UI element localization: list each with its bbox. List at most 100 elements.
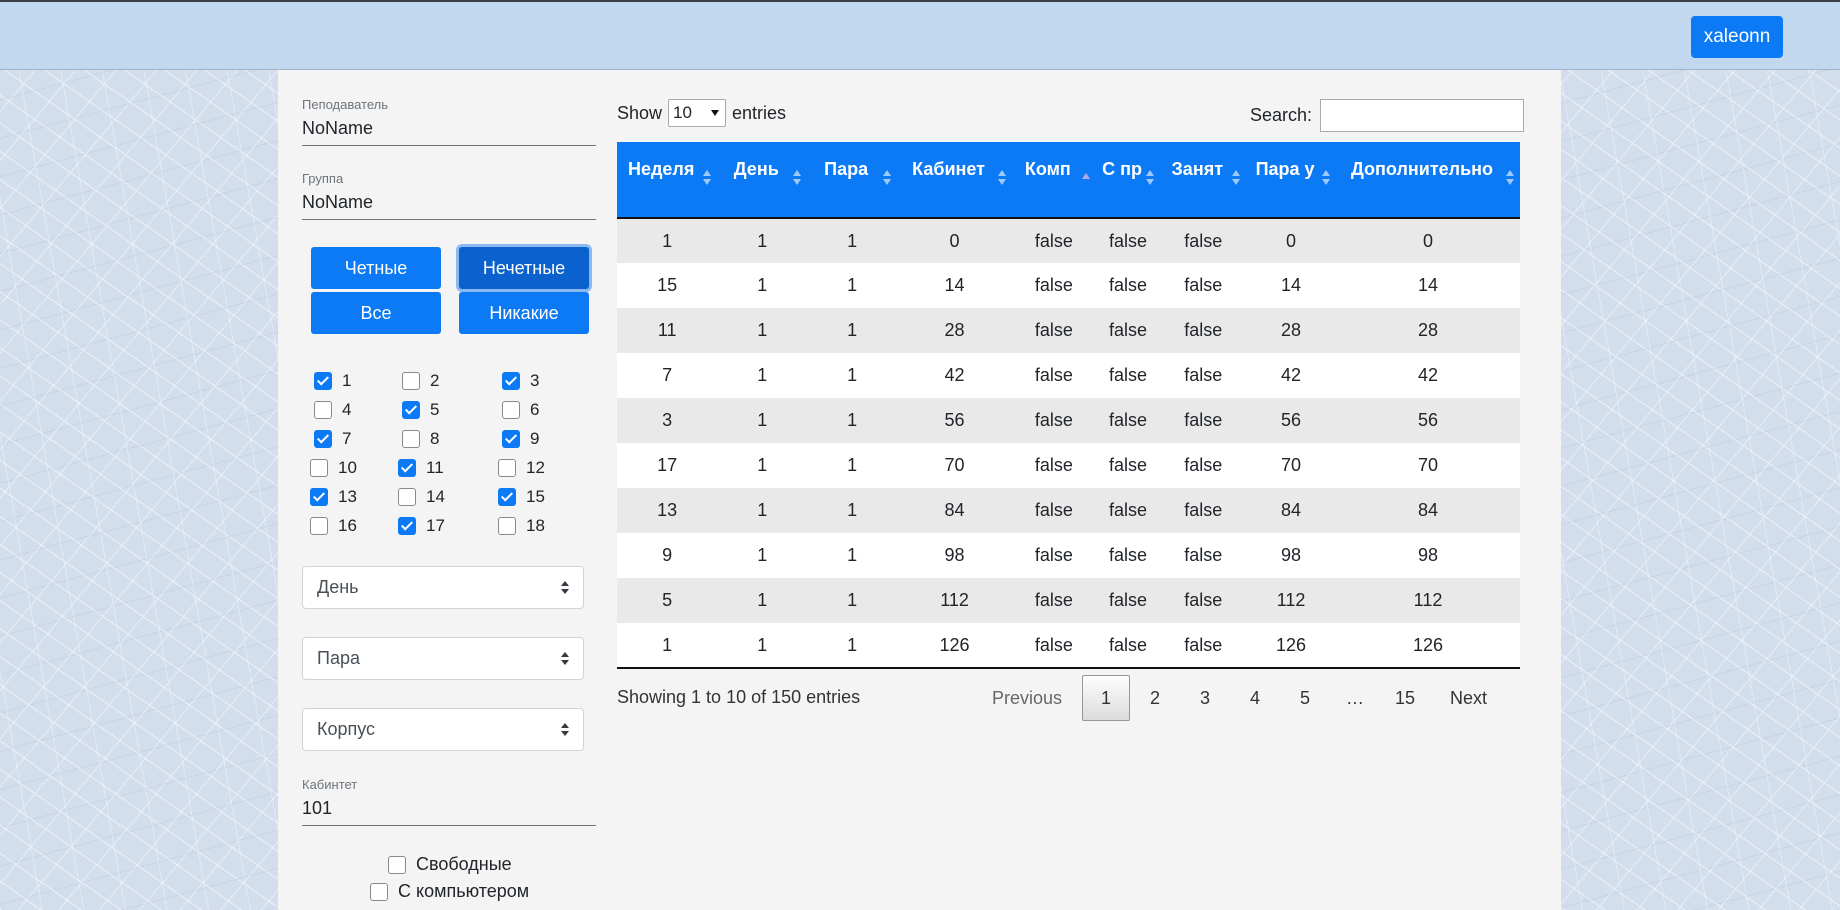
checkbox-box[interactable] bbox=[502, 429, 520, 448]
week-checkbox-13[interactable]: 13 bbox=[310, 482, 357, 511]
column-header-8[interactable]: Пара у bbox=[1246, 142, 1336, 219]
even-weeks-button[interactable]: Четные bbox=[311, 247, 441, 289]
checkbox-box[interactable] bbox=[502, 371, 520, 390]
table-row[interactable]: 1 1 1 0 false false false 0 0 bbox=[617, 218, 1520, 263]
checkbox-box[interactable] bbox=[402, 371, 420, 390]
table-cell: 1 bbox=[717, 443, 808, 488]
checkbox-box[interactable] bbox=[314, 429, 332, 448]
table-cell: false bbox=[1160, 578, 1247, 623]
column-header-3[interactable]: Пара bbox=[807, 142, 898, 219]
column-header-2[interactable]: День bbox=[717, 142, 808, 219]
checkbox-box[interactable] bbox=[498, 458, 516, 477]
column-header-4[interactable]: Кабинет bbox=[897, 142, 1013, 219]
week-checkbox-8[interactable]: 8 bbox=[402, 424, 439, 453]
table-row[interactable]: 9 1 1 98 false false false 98 98 bbox=[617, 533, 1520, 578]
week-number-label: 11 bbox=[426, 457, 444, 477]
checkbox-box[interactable] bbox=[310, 458, 328, 477]
week-checkbox-11[interactable]: 11 bbox=[398, 453, 444, 482]
user-menu-button[interactable]: xaleonn bbox=[1691, 16, 1783, 58]
building-select[interactable]: Корпус bbox=[302, 708, 584, 751]
checkbox-box[interactable] bbox=[402, 429, 420, 448]
table-row[interactable]: 17 1 1 70 false false false 70 70 bbox=[617, 443, 1520, 488]
week-checkbox-12[interactable]: 12 bbox=[498, 453, 545, 482]
checkbox-box[interactable] bbox=[402, 400, 420, 419]
table-cell: false bbox=[1012, 308, 1096, 353]
column-header-7[interactable]: Занят bbox=[1160, 142, 1247, 219]
week-checkbox-1[interactable]: 1 bbox=[314, 366, 351, 395]
table-cell: false bbox=[1012, 353, 1096, 398]
week-checkbox-6[interactable]: 6 bbox=[502, 395, 539, 424]
table-row[interactable]: 15 1 1 14 false false false 14 14 bbox=[617, 263, 1520, 308]
column-header-6[interactable]: С пр bbox=[1095, 142, 1161, 219]
free-checkbox-box[interactable] bbox=[388, 855, 406, 874]
table-cell: 70 bbox=[1336, 443, 1520, 488]
computer-checkbox[interactable]: С компьютером bbox=[370, 881, 529, 902]
page-button-2[interactable]: 2 bbox=[1130, 675, 1180, 721]
table-row[interactable]: 7 1 1 42 false false false 42 42 bbox=[617, 353, 1520, 398]
pair-select[interactable]: Пара bbox=[302, 637, 584, 680]
checkbox-box[interactable] bbox=[310, 516, 328, 535]
checkbox-box[interactable] bbox=[314, 371, 332, 390]
table-cell: 84 bbox=[1246, 488, 1336, 533]
previous-page-button[interactable]: Previous bbox=[978, 675, 1082, 721]
checkbox-box[interactable] bbox=[502, 400, 520, 419]
table-cell: false bbox=[1095, 578, 1161, 623]
column-header-1[interactable]: Неделя bbox=[617, 142, 718, 219]
entries-length-select[interactable]: 10 bbox=[668, 99, 727, 127]
table-row[interactable]: 3 1 1 56 false false false 56 56 bbox=[617, 398, 1520, 443]
table-cell: false bbox=[1012, 443, 1096, 488]
teacher-field[interactable]: Пеподаватель NoName bbox=[302, 97, 596, 146]
odd-weeks-button[interactable]: Нечетные bbox=[459, 247, 589, 289]
week-checkbox-10[interactable]: 10 bbox=[310, 453, 357, 482]
room-field[interactable]: Кабинтет 101 bbox=[302, 777, 596, 826]
teacher-value[interactable]: NoName bbox=[302, 118, 596, 145]
week-checkbox-9[interactable]: 9 bbox=[502, 424, 539, 453]
sort-both-icon bbox=[1322, 170, 1330, 186]
week-checkbox-3[interactable]: 3 bbox=[502, 366, 539, 395]
week-checkbox-row: 13 14 15 bbox=[310, 482, 574, 511]
checkbox-box[interactable] bbox=[398, 458, 416, 477]
week-checkbox-2[interactable]: 2 bbox=[402, 366, 439, 395]
page-button-3[interactable]: 3 bbox=[1180, 675, 1230, 721]
column-header-9[interactable]: Дополнительно bbox=[1336, 142, 1520, 219]
table-row[interactable]: 5 1 1 112 false false false 112 112 bbox=[617, 578, 1520, 623]
week-checkbox-15[interactable]: 15 bbox=[498, 482, 545, 511]
room-value[interactable]: 101 bbox=[302, 798, 596, 825]
no-weeks-button[interactable]: Никакие bbox=[459, 292, 589, 334]
week-checkbox-17[interactable]: 17 bbox=[398, 511, 445, 540]
checkbox-box[interactable] bbox=[314, 400, 332, 419]
week-checkbox-18[interactable]: 18 bbox=[498, 511, 545, 540]
computer-checkbox-box[interactable] bbox=[370, 882, 388, 901]
week-checkbox-4[interactable]: 4 bbox=[314, 395, 351, 424]
page-button-5[interactable]: 5 bbox=[1280, 675, 1330, 721]
search-input[interactable] bbox=[1320, 99, 1525, 132]
teacher-label: Пеподаватель bbox=[302, 97, 389, 112]
week-checkbox-5[interactable]: 5 bbox=[402, 395, 439, 424]
page-button-15[interactable]: 15 bbox=[1380, 675, 1430, 721]
week-number-label: 1 bbox=[342, 370, 352, 390]
week-checkbox-16[interactable]: 16 bbox=[310, 511, 357, 540]
table-cell: 1 bbox=[717, 353, 808, 398]
checkbox-box[interactable] bbox=[310, 487, 328, 506]
free-checkbox[interactable]: Свободные bbox=[388, 854, 512, 875]
checkbox-box[interactable] bbox=[498, 487, 516, 506]
table-row[interactable]: 1 1 1 126 false false false 126 126 bbox=[617, 623, 1520, 669]
page-button-1[interactable]: 1 bbox=[1082, 675, 1131, 721]
all-weeks-button[interactable]: Все bbox=[311, 292, 441, 334]
week-checkbox-7[interactable]: 7 bbox=[314, 424, 351, 453]
day-select[interactable]: День bbox=[302, 566, 584, 609]
group-value[interactable]: NoName bbox=[302, 192, 596, 219]
checkbox-box[interactable] bbox=[498, 516, 516, 535]
table-cell: 70 bbox=[1246, 443, 1336, 488]
week-checkbox-14[interactable]: 14 bbox=[398, 482, 445, 511]
next-page-button[interactable]: Next bbox=[1430, 675, 1501, 721]
column-header-5[interactable]: Комп bbox=[1012, 142, 1096, 219]
group-field[interactable]: Группа NoName bbox=[302, 171, 596, 220]
day-select-value: День bbox=[317, 577, 359, 597]
table-row[interactable]: 13 1 1 84 false false false 84 84 bbox=[617, 488, 1520, 533]
checkbox-box[interactable] bbox=[398, 516, 416, 535]
table-cell: 1 bbox=[617, 218, 718, 263]
page-button-4[interactable]: 4 bbox=[1230, 675, 1280, 721]
checkbox-box[interactable] bbox=[398, 487, 416, 506]
table-row[interactable]: 11 1 1 28 false false false 28 28 bbox=[617, 308, 1520, 353]
